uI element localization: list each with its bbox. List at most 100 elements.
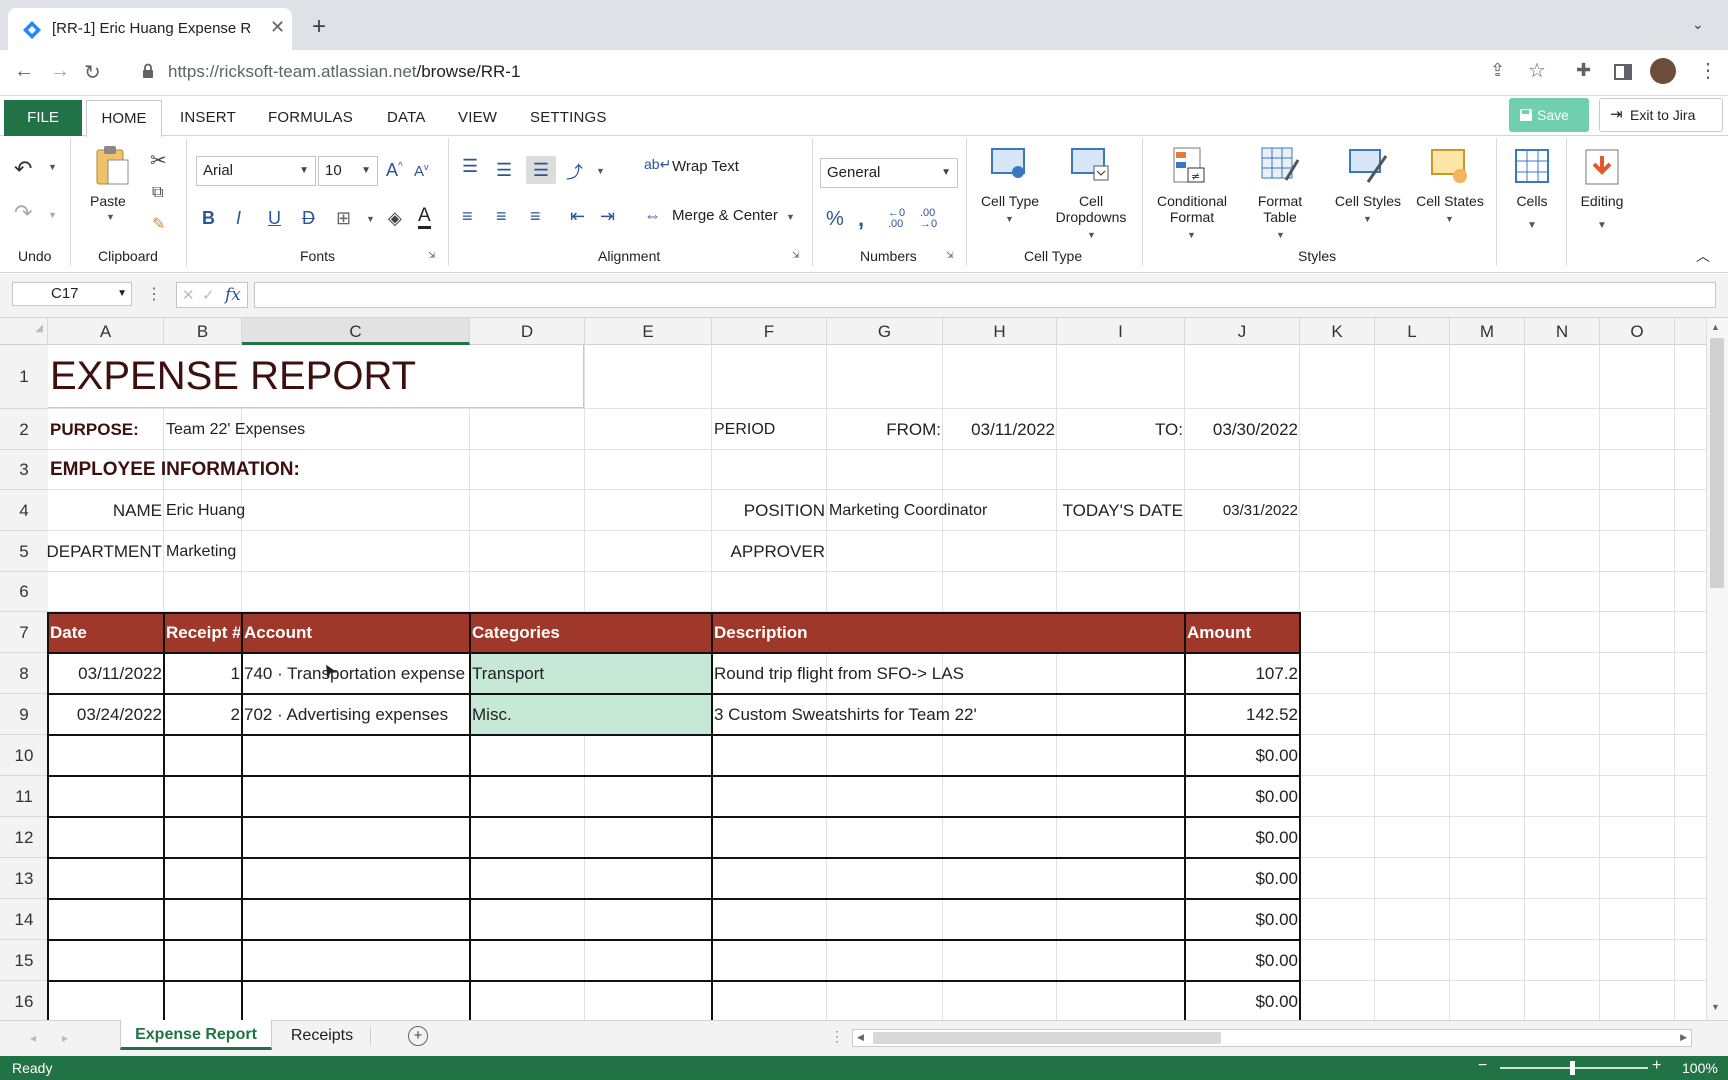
scroll-left-icon[interactable]: ◀ [857, 1032, 864, 1043]
header-date[interactable]: Date [50, 612, 162, 653]
share-icon[interactable]: ⇪ [1490, 60, 1505, 81]
cells-button[interactable]: Cells [1514, 193, 1550, 209]
align-right-icon[interactable]: ≡ [530, 206, 541, 227]
merge-dropdown-icon[interactable]: ▼ [786, 212, 795, 222]
department-value[interactable]: Marketing [166, 531, 582, 572]
alignment-dialog-launcher-icon[interactable]: ⇲ [792, 250, 800, 261]
decrease-decimal-icon[interactable]: .00 →0 [920, 208, 937, 230]
new-tab-icon[interactable]: + [312, 13, 326, 41]
orientation-icon[interactable]: ⤴ [566, 158, 583, 183]
cell-type-icon[interactable] [990, 146, 1028, 182]
column-header-j[interactable]: J [1185, 318, 1300, 345]
department-label[interactable]: DEPARTMENT [42, 531, 162, 572]
scroll-right-icon[interactable]: ▶ [1680, 1032, 1687, 1043]
cell-dropdowns-button[interactable]: Cell Dropdowns [1050, 193, 1132, 225]
row-header-14[interactable]: 14 [0, 899, 48, 940]
fonts-dialog-launcher-icon[interactable]: ⇲ [428, 250, 436, 261]
todays-date-label[interactable]: TODAY'S DATE [1059, 490, 1183, 531]
fill-color-icon[interactable]: ◈ [388, 208, 402, 229]
select-all-corner[interactable]: ◢ [0, 318, 48, 345]
item-amount[interactable]: 107.2 [1187, 653, 1298, 694]
cell-type-button[interactable]: Cell Type [978, 193, 1042, 209]
cell-dropdowns-dropdown-icon[interactable]: ▼ [1087, 230, 1096, 240]
font-size-select[interactable]: 10 ▼ [318, 156, 378, 186]
item-receipt[interactable]: 1 [166, 653, 240, 694]
copy-icon[interactable]: ⧉ [152, 184, 163, 202]
vertical-scrollbar[interactable]: ▲ ▼ [1706, 318, 1728, 1020]
font-name-select[interactable]: Arial ▼ [196, 156, 316, 186]
zoom-out-icon[interactable]: − [1478, 1057, 1487, 1075]
scroll-up-icon[interactable]: ▲ [1711, 322, 1720, 332]
row-header-12[interactable]: 12 [0, 817, 48, 858]
insert-function-icon[interactable]: fx [225, 285, 241, 305]
conditional-format-icon[interactable]: ≠ [1172, 146, 1210, 186]
cell-styles-button[interactable]: Cell Styles [1328, 193, 1408, 209]
increase-indent-icon[interactable]: ⇥ [600, 206, 615, 227]
decrease-indent-icon[interactable]: ⇤ [570, 206, 585, 227]
extensions-puzzle-icon[interactable]: ✚ [1576, 60, 1591, 81]
header-description[interactable]: Description [714, 612, 1183, 653]
formula-input[interactable] [254, 282, 1716, 308]
redo-icon[interactable]: ↷ [14, 200, 32, 226]
employee-info-label[interactable]: EMPLOYEE INFORMATION: [50, 450, 582, 490]
item-account[interactable]: 702 · Advertising expenses [244, 694, 468, 735]
confirm-formula-icon[interactable]: ✓ [202, 286, 215, 304]
item-category[interactable]: Transport [472, 653, 710, 694]
cell-states-icon[interactable] [1430, 146, 1470, 186]
editing-dropdown-icon[interactable]: ▼ [1597, 220, 1607, 231]
column-header-c[interactable]: C [242, 318, 470, 345]
horizontal-scrollbar[interactable]: ◀ ▶ [852, 1029, 1692, 1047]
align-top-icon[interactable]: ☰ [462, 156, 478, 177]
empty-amount[interactable]: $0.00 [1187, 735, 1298, 776]
profile-avatar[interactable] [1650, 58, 1676, 84]
empty-amount[interactable]: $0.00 [1187, 817, 1298, 858]
italic-icon[interactable]: I [236, 208, 241, 229]
cancel-formula-icon[interactable]: ✕ [182, 286, 195, 304]
header-account[interactable]: Account [244, 612, 468, 653]
column-header-h[interactable]: H [943, 318, 1057, 345]
bookmark-star-icon[interactable]: ☆ [1528, 58, 1546, 83]
approver-label[interactable]: APPROVER [714, 531, 825, 572]
row-header-4[interactable]: 4 [0, 490, 48, 531]
row-header-6[interactable]: 6 [0, 572, 48, 612]
from-value[interactable]: 03/11/2022 [945, 409, 1055, 450]
row-header-11[interactable]: 11 [0, 776, 48, 817]
next-sheet-icon[interactable]: ▸ [62, 1031, 68, 1045]
todays-date-value[interactable]: 03/31/2022 [1187, 490, 1298, 531]
forward-arrow-icon[interactable]: → [50, 60, 70, 83]
tab-search-chevron-icon[interactable]: ⌄ [1692, 16, 1704, 33]
decrease-font-icon[interactable]: Av [414, 162, 429, 180]
report-title[interactable]: EXPENSE REPORT [50, 345, 582, 408]
zoom-slider-thumb[interactable] [1570, 1061, 1575, 1075]
align-bottom-icon[interactable]: ☰ [526, 156, 556, 184]
vertical-scroll-thumb[interactable] [1710, 338, 1724, 588]
row-header-8[interactable]: 8 [0, 653, 48, 694]
zoom-in-icon[interactable]: + [1652, 1057, 1661, 1075]
cell-styles-icon[interactable] [1348, 146, 1388, 186]
number-format-select[interactable]: General ▼ [820, 158, 958, 188]
row-header-13[interactable]: 13 [0, 858, 48, 899]
header-receipt[interactable]: Receipt # [166, 612, 240, 653]
cells-icon[interactable] [1514, 148, 1550, 184]
empty-amount[interactable]: $0.00 [1187, 940, 1298, 981]
column-header-i[interactable]: I [1057, 318, 1185, 345]
close-tab-icon[interactable]: ✕ [270, 17, 285, 38]
collapse-ribbon-icon[interactable]: ︿ [1696, 246, 1710, 266]
item-amount[interactable]: 142.52 [1187, 694, 1298, 735]
format-table-dropdown-icon[interactable]: ▼ [1276, 230, 1285, 240]
column-header-b[interactable]: B [164, 318, 242, 345]
column-header-a[interactable]: A [48, 318, 164, 345]
row-header-5[interactable]: 5 [0, 531, 48, 572]
bold-icon[interactable]: B [202, 208, 215, 229]
numbers-dialog-launcher-icon[interactable]: ⇲ [946, 250, 954, 261]
editing-icon[interactable] [1584, 148, 1620, 186]
conditional-format-dropdown-icon[interactable]: ▼ [1187, 230, 1196, 240]
strikethrough-icon[interactable]: D [302, 208, 315, 229]
browser-tab[interactable]: [RR-1] Eric Huang Expense Rep ✕ [8, 8, 292, 50]
cell-states-dropdown-icon[interactable]: ▼ [1445, 214, 1454, 224]
item-description[interactable]: Round trip flight from SFO-> LAS [714, 653, 1183, 694]
undo-icon[interactable]: ↶ [14, 156, 32, 182]
name-value[interactable]: Eric Huang [166, 490, 582, 531]
row-header-2[interactable]: 2 [0, 409, 48, 450]
comma-style-icon[interactable]: , [858, 206, 864, 232]
